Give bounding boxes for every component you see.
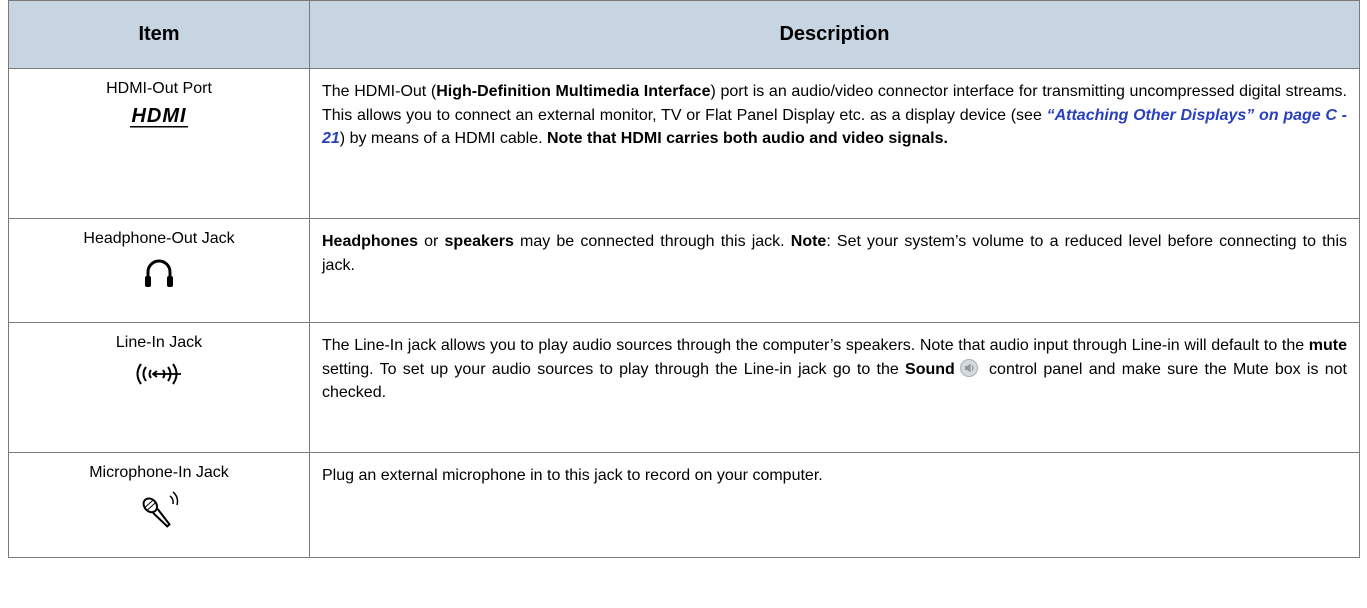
desc-text: The HDMI-Out (: [322, 83, 437, 100]
desc-bold: speakers: [444, 233, 514, 250]
header-description: Description: [309, 0, 1360, 69]
headphones-icon: [145, 259, 173, 287]
table-row: HDMI-Out Port HDMI The HDMI-Out (High-De…: [8, 68, 1360, 219]
item-name: Microphone-In Jack: [89, 464, 229, 481]
desc-text: may be connected through this jack.: [513, 233, 791, 250]
description-cell: Plug an external microphone in to this j…: [309, 452, 1360, 558]
desc-bold: Headphones: [322, 233, 419, 250]
table-row: Headphone-Out Jack Headphones or speaker…: [8, 218, 1360, 323]
item-name: HDMI-Out Port: [106, 80, 212, 97]
desc-text: setting. To set up your audio sources to…: [322, 360, 906, 378]
table-header-row: Item Description: [8, 0, 1360, 69]
description-cell: The HDMI-Out (High-Definition Multimedia…: [309, 68, 1360, 219]
item-name: Headphone-Out Jack: [83, 230, 235, 247]
desc-text: The Line-In jack allows you to play audi…: [322, 337, 1309, 354]
item-cell: Microphone-In Jack: [8, 452, 310, 558]
item-cell: HDMI-Out Port HDMI: [8, 68, 310, 219]
desc-bold: Note: [790, 233, 827, 250]
table-row: Microphone-In Jack Plug an external micr…: [8, 452, 1360, 558]
item-cell: Headphone-Out Jack: [8, 218, 310, 323]
desc-bold: Sound: [905, 360, 955, 378]
jacks-ports-table: Item Description HDMI-Out Port HDMI The …: [8, 0, 1360, 558]
desc-text: Plug an external microphone in to this j…: [322, 467, 823, 484]
table-row: Line-In Jack The Line-In jack allows you…: [8, 322, 1360, 453]
desc-bold-note: Note that HDMI carries both audio and vi…: [546, 130, 948, 147]
line-in-icon: [136, 363, 181, 385]
desc-bold: mute: [1308, 337, 1347, 354]
desc-text: or: [418, 233, 445, 250]
header-item: Item: [8, 0, 310, 69]
desc-text: ) by means of a HDMI cable.: [339, 130, 547, 147]
item-name: Line-In Jack: [115, 334, 203, 351]
microphone-icon: [142, 491, 179, 528]
hdmi-logo-text: HDMI: [131, 105, 186, 127]
speaker-icon: [959, 358, 978, 377]
description-cell: The Line-In jack allows you to play audi…: [309, 322, 1360, 453]
hdmi-logo-icon: HDMI: [130, 105, 188, 128]
desc-bold: High-Definition Multimedia Interface: [436, 83, 711, 100]
description-cell: Headphones or speakers may be connected …: [309, 218, 1360, 323]
item-cell: Line-In Jack: [8, 322, 310, 453]
